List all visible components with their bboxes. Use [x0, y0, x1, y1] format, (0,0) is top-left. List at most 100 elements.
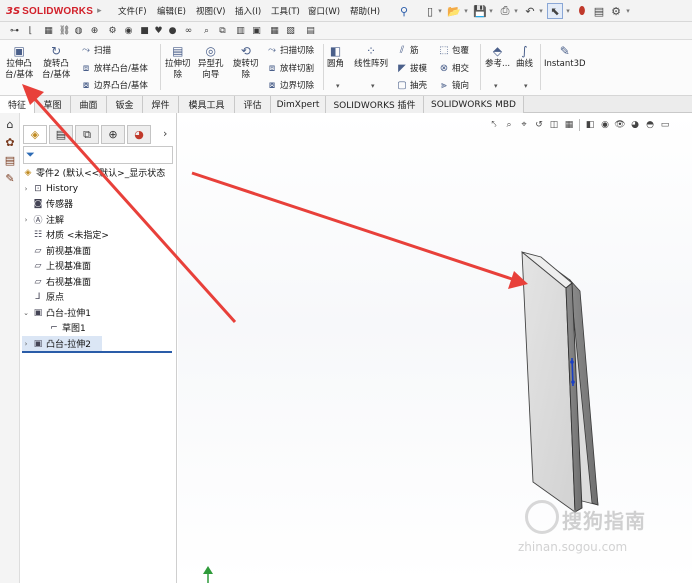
sketch-corner-icon[interactable]: ⌊ [24, 24, 37, 37]
tree-item-boss-extrude1[interactable]: ⌄ ▣ 凸台-拉伸1 [22, 305, 91, 320]
solidworks-logo[interactable]: 3S SOLIDWORKS ▸ [6, 4, 102, 18]
curves-button[interactable]: ∫ 曲线 [516, 43, 533, 70]
previous-view-icon[interactable]: ↺ [533, 119, 545, 131]
tree-item-boss-extrude2[interactable]: › ▣ 凸台-拉伸2 [22, 336, 102, 351]
draft-button[interactable]: ◤ 拔模 [396, 62, 427, 75]
tree-item-sensors[interactable]: ◙ 传感器 [22, 196, 73, 211]
fillet-dropdown-icon[interactable]: ▾ [336, 82, 340, 90]
tab-solidworks-addins[interactable]: SOLIDWORKS 插件 [326, 96, 424, 113]
smart-dimension-icon[interactable]: ⊶ [8, 24, 21, 37]
zoom-to-fit-icon[interactable]: ⌕ [503, 119, 515, 131]
tab-sketch[interactable]: 草图 [35, 96, 71, 113]
globe-icon[interactable]: ⊕ [88, 24, 101, 37]
new-dropdown-icon[interactable]: ▾ [436, 3, 444, 19]
view-orientation-icon[interactable]: ⤣ [488, 119, 500, 131]
design-library-icon[interactable]: ✿ [3, 135, 17, 149]
extrude-boss-button[interactable]: ▣ 拉伸凸 台/基体 [5, 43, 33, 81]
sweep-button[interactable]: ⤳ 扫描 [80, 44, 111, 57]
configuration-tab-icon[interactable]: ⧉ [75, 125, 99, 144]
apply-scene-icon[interactable]: ◓ [644, 119, 656, 131]
options-gear-icon[interactable]: ⚙ [608, 3, 624, 19]
select-cursor-icon[interactable]: ⬉ [547, 3, 563, 19]
dimxpert-tab-icon[interactable]: ⊕ [101, 125, 125, 144]
boundary-boss-button[interactable]: ⧇ 边界凸台/基体 [80, 79, 148, 92]
section-icon[interactable]: ▧ [284, 24, 297, 37]
fillet-button[interactable]: ◧ 圆角 [327, 43, 344, 70]
display-manager-tab-icon[interactable]: ◕ [127, 125, 151, 144]
edit-appearance-icon[interactable]: ◕ [629, 119, 641, 131]
feature-tree-tab-icon[interactable]: ◈ [23, 125, 47, 144]
rebuild-icon[interactable]: ⬮ [574, 3, 590, 19]
display-style-icon[interactable]: ◉ [599, 119, 611, 131]
expand-arrow-icon[interactable]: › [22, 340, 30, 348]
open-dropdown-icon[interactable]: ▾ [462, 3, 470, 19]
tree-root-part[interactable]: ◈ 零件2 (默认<<默认>_显示状态 [22, 165, 166, 180]
tab-dimxpert[interactable]: DimXpert [271, 96, 326, 113]
expand-arrow-icon[interactable]: › [22, 216, 30, 224]
calendar-icon[interactable]: ▤ [304, 24, 317, 37]
drop-icon[interactable]: ● [166, 24, 179, 37]
part-icon[interactable]: ◉ [122, 24, 135, 37]
view-orientation-cube-icon[interactable]: ◧ [584, 119, 596, 131]
file-properties-icon[interactable]: ▤ [591, 3, 607, 19]
render-icon[interactable]: ◍ [72, 24, 85, 37]
revolve-boss-button[interactable]: ↻ 旋转凸 台/基体 [42, 43, 70, 81]
zoom-area-icon[interactable]: ⌖ [518, 119, 530, 131]
dynamic-annotation-icon[interactable]: ▦ [563, 119, 575, 131]
tree-item-material[interactable]: ☷ 材质 <未指定> [22, 227, 109, 242]
pattern-dropdown-icon[interactable]: ▾ [371, 82, 375, 90]
reference-dropdown-icon[interactable]: ▾ [494, 82, 498, 90]
tab-sheet-metal[interactable]: 钣金 [107, 96, 143, 113]
menu-help[interactable]: 帮助(H) [350, 5, 380, 17]
tab-evaluate[interactable]: 评估 [235, 96, 271, 113]
mirror-button[interactable]: ⫸ 镜向 [438, 79, 469, 92]
loft-boss-button[interactable]: ⧈ 放样凸台/基体 [80, 62, 148, 75]
tree-item-sketch1[interactable]: ⌐ 草图1 [38, 320, 86, 335]
mass-properties-icon[interactable]: ▦ [268, 24, 281, 37]
tab-mold-tools[interactable]: 模具工具 [179, 96, 235, 113]
curves-dropdown-icon[interactable]: ▾ [524, 82, 528, 90]
hide-show-icon[interactable]: 👁 [614, 119, 626, 131]
tree-item-right-plane[interactable]: ▱ 右视基准面 [22, 274, 91, 289]
reference-geometry-button[interactable]: ⬘ 参考... [485, 43, 510, 70]
expand-arrow-icon[interactable]: › [22, 185, 30, 193]
shell-button[interactable]: ▢ 抽壳 [396, 79, 427, 92]
property-manager-tab-icon[interactable]: ▤ [49, 125, 73, 144]
save-dropdown-icon[interactable]: ▾ [487, 3, 495, 19]
rib-button[interactable]: ⫽ 筋 [396, 44, 419, 57]
wrap-button[interactable]: ⬚ 包覆 [438, 44, 469, 57]
rollback-bar[interactable] [22, 351, 172, 353]
view-settings-icon[interactable]: ▭ [659, 119, 671, 131]
select-dropdown-icon[interactable]: ▾ [564, 3, 572, 19]
stats-icon[interactable]: ▥ [234, 24, 247, 37]
collapse-arrow-icon[interactable]: ⌄ [22, 309, 30, 317]
undo-icon[interactable]: ↶ [522, 3, 538, 19]
boundary-cut-button[interactable]: ⧇ 边界切除 [266, 79, 314, 92]
save-icon[interactable]: 💾 [472, 3, 488, 19]
cube-icon[interactable]: ■ [138, 24, 151, 37]
options-dropdown-icon[interactable]: ▾ [624, 3, 632, 19]
lofted-cut-button[interactable]: ⧈ 放样切割 [266, 62, 314, 75]
menu-view[interactable]: 视图(V) [196, 5, 225, 17]
binoculars-icon[interactable]: ⧉ [216, 24, 229, 37]
tree-item-front-plane[interactable]: ▱ 前视基准面 [22, 243, 91, 258]
heart-icon[interactable]: ♥ [152, 24, 165, 37]
extrude-cut-button[interactable]: ▤ 拉伸切 除 [165, 43, 191, 81]
mate-icon[interactable]: ⛓ [58, 24, 71, 37]
open-icon[interactable]: 📂 [446, 3, 462, 19]
grid2-icon[interactable]: ▣ [250, 24, 263, 37]
tree-filter[interactable]: ⏷ [23, 146, 173, 164]
zoom-icon[interactable]: ⌕ [200, 24, 213, 37]
tab-weldments[interactable]: 焊件 [143, 96, 179, 113]
settings-small-icon[interactable]: ⚙ [106, 24, 119, 37]
tree-item-history[interactable]: › ⊡ History [22, 181, 78, 196]
tree-item-annotations[interactable]: › Ⓐ 注解 [22, 212, 64, 227]
swept-cut-button[interactable]: ⤳ 扫描切除 [266, 44, 314, 57]
measure-icon[interactable]: ∞ [182, 24, 195, 37]
menu-file[interactable]: 文件(F) [118, 5, 147, 17]
tab-surfaces[interactable]: 曲面 [71, 96, 107, 113]
home-icon[interactable]: ⌂ [3, 117, 17, 131]
grid-icon[interactable]: ▦ [42, 24, 55, 37]
appearance-icon[interactable]: ✎ [3, 171, 17, 185]
revolve-cut-button[interactable]: ⟲ 旋转切 除 [233, 43, 259, 81]
